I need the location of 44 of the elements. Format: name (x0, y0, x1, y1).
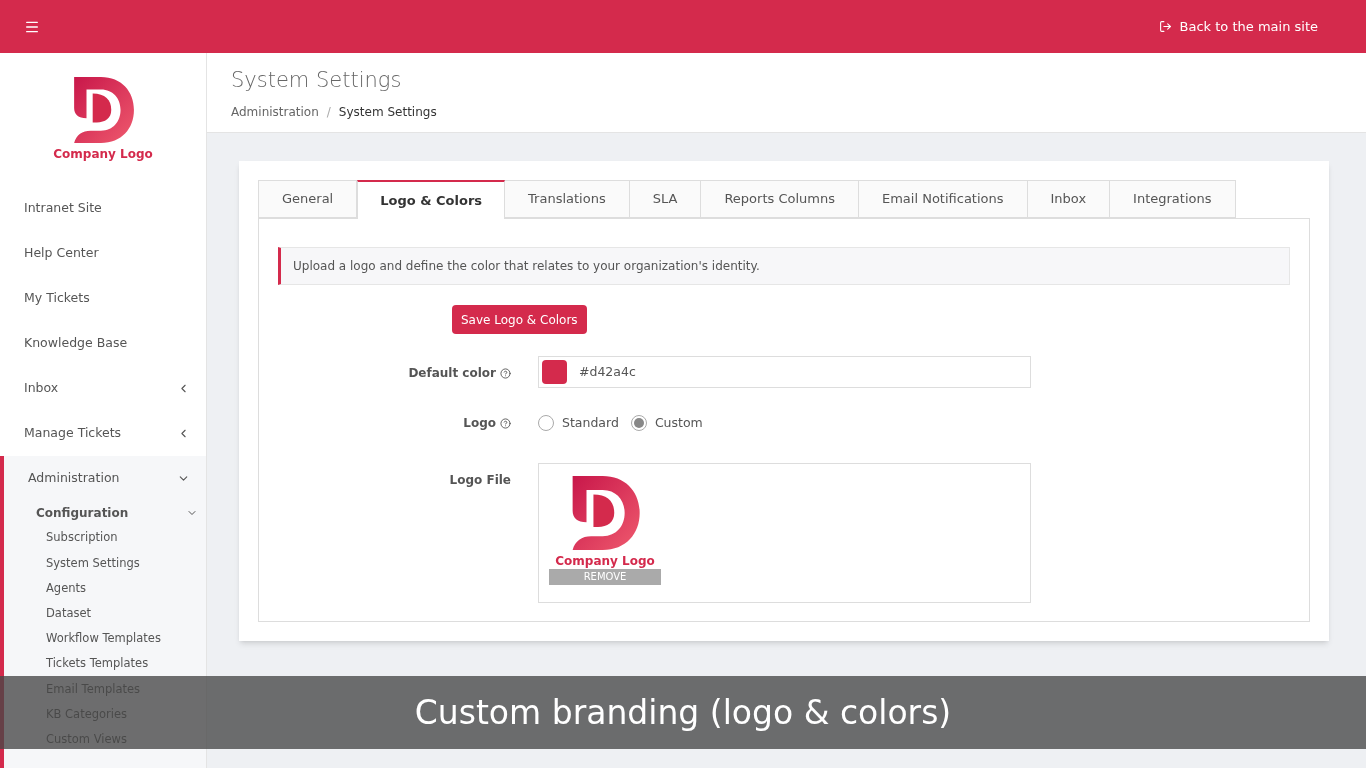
caption-text: Custom branding (logo & colors) (414, 691, 952, 734)
breadcrumb-separator: / (326, 103, 331, 121)
help-icon (500, 417, 511, 429)
sidebar-item[interactable]: Help Center (0, 231, 206, 276)
tab[interactable]: SLA (629, 180, 702, 218)
sidebar-group[interactable]: Configuration (4, 501, 206, 525)
sidebar-subitem[interactable]: System Settings (46, 555, 140, 570)
field-label: Default color (408, 364, 511, 382)
breadcrumb-link[interactable]: System Settings (338, 102, 437, 121)
sidebar-item[interactable]: Administration (4, 456, 206, 501)
color-swatch[interactable] (542, 360, 567, 384)
field-label: Logo (463, 414, 511, 432)
tab[interactable]: Inbox (1027, 180, 1111, 218)
help-icon (500, 367, 511, 379)
tab[interactable]: Logo & Colors (357, 180, 506, 219)
sidebar-item[interactable]: My Tickets (0, 276, 206, 321)
sidebar-subitem[interactable]: Dataset (46, 605, 92, 621)
sidebar-subitem[interactable]: Agents (46, 580, 87, 596)
tab[interactable]: Translations (505, 180, 630, 218)
logo-text: Company Logo (53, 147, 153, 162)
logo-icon (570, 475, 640, 550)
breadcrumb-link[interactable]: Administration (231, 102, 319, 121)
notice-text: Upload a logo and define the color that relates to your organization's identity. (278, 247, 1290, 285)
sidebar-subitem[interactable]: Subscription (46, 530, 118, 545)
field-label: Logo File (449, 471, 511, 489)
tab[interactable]: Integrations (1110, 180, 1236, 218)
color-field[interactable]: #d42a4c (538, 356, 1031, 388)
sidebar-item[interactable]: Inbox (0, 366, 206, 411)
sidebar-subitem[interactable]: Workflow Templates (46, 631, 161, 646)
radio-option[interactable]: Standard (538, 414, 619, 433)
tab[interactable]: Reports Columns (701, 180, 859, 218)
save-button[interactable]: Save Logo & Colors (452, 305, 587, 334)
radio-option[interactable]: Custom (630, 414, 703, 433)
tab[interactable]: General (258, 180, 358, 218)
back-link[interactable]: Back to the main site (1158, 16, 1318, 37)
sidebar-item[interactable]: Intranet Site (0, 186, 206, 231)
tab[interactable]: Email Notifications (858, 180, 1028, 218)
logo-text: Company Logo (555, 553, 655, 569)
logout-icon (1158, 20, 1172, 33)
page-title: System Settings (231, 67, 403, 94)
logo-icon (72, 77, 134, 143)
sidebar-subitem[interactable]: Tickets Templates (46, 656, 149, 671)
sidebar-item[interactable]: Manage Tickets (0, 411, 206, 456)
sidebar-item[interactable]: Knowledge Base (0, 321, 206, 366)
